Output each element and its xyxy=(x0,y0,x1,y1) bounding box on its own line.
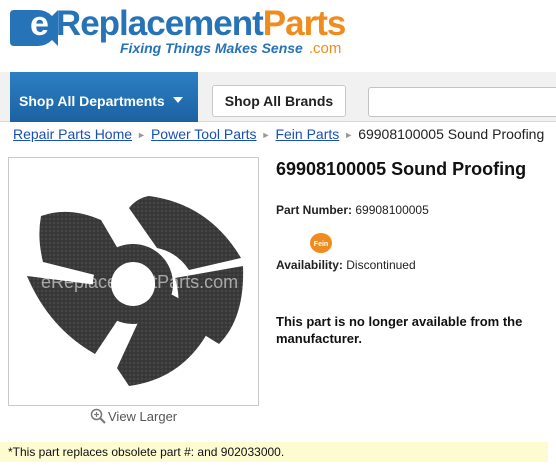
availability: Availability: Discontinued xyxy=(276,258,416,272)
logo-replacement: Replacement xyxy=(55,4,264,43)
breadcrumb-separator-icon: ► xyxy=(344,130,354,140)
product-title: 69908100005 Sound Proofing xyxy=(276,159,527,179)
breadcrumb-separator-icon: ► xyxy=(261,130,271,140)
zoom-icon xyxy=(90,408,106,424)
logo-e: e xyxy=(30,5,49,43)
part-number-value: 69908100005 xyxy=(355,203,429,217)
replacement-footnote: *This part replaces obsolete part #: and… xyxy=(0,442,548,462)
breadcrumb-repair-parts-home[interactable]: Repair Parts Home xyxy=(13,126,132,142)
nav-bar: Shop All Departments Shop All Brands xyxy=(0,72,556,122)
view-larger-label: View Larger xyxy=(108,409,178,424)
logo-wordmark: e ReplacementParts xyxy=(30,4,347,44)
breadcrumb-current: 69908100005 Sound Proofing xyxy=(358,126,545,142)
part-number: Part Number: 69908100005 xyxy=(276,203,429,217)
breadcrumb-separator-icon: ► xyxy=(137,130,146,140)
search-input[interactable] xyxy=(368,87,556,117)
logo-parts: Parts xyxy=(262,4,347,43)
logo-tagline-text: Fixing Things Makes Sense xyxy=(120,40,303,56)
image-watermark: eReplacementParts.com xyxy=(41,272,239,292)
shop-all-departments-label: Shop All Departments xyxy=(19,93,165,109)
product-image[interactable]: eReplacementParts.com xyxy=(8,157,259,406)
availability-label: Availability: xyxy=(276,258,343,272)
site-logo[interactable]: e ReplacementParts Fixing Things Makes Se… xyxy=(8,4,346,62)
breadcrumb-power-tool-parts[interactable]: Power Tool Parts xyxy=(151,126,257,142)
part-number-label: Part Number: xyxy=(276,203,353,217)
view-larger-link[interactable]: View Larger xyxy=(90,408,177,424)
fein-brand-logo-icon[interactable]: Fein xyxy=(309,232,333,254)
caret-down-icon xyxy=(172,97,183,104)
logo-dotcom: .com xyxy=(308,40,342,57)
breadcrumb: Repair Parts Home ► Power Tool Parts ► Fein … xyxy=(13,126,544,142)
breadcrumb-fein-parts[interactable]: Fein Parts xyxy=(275,126,339,142)
availability-status: Discontinued xyxy=(346,258,416,272)
shop-all-brands-button[interactable]: Shop All Brands xyxy=(212,85,346,117)
unavailable-message: This part is no longer available from th… xyxy=(276,314,523,346)
svg-text:Fein: Fein xyxy=(314,241,328,248)
shop-all-departments-button[interactable]: Shop All Departments xyxy=(10,72,198,122)
logo-tagline: Fixing Things Makes Sense .com xyxy=(120,40,341,57)
